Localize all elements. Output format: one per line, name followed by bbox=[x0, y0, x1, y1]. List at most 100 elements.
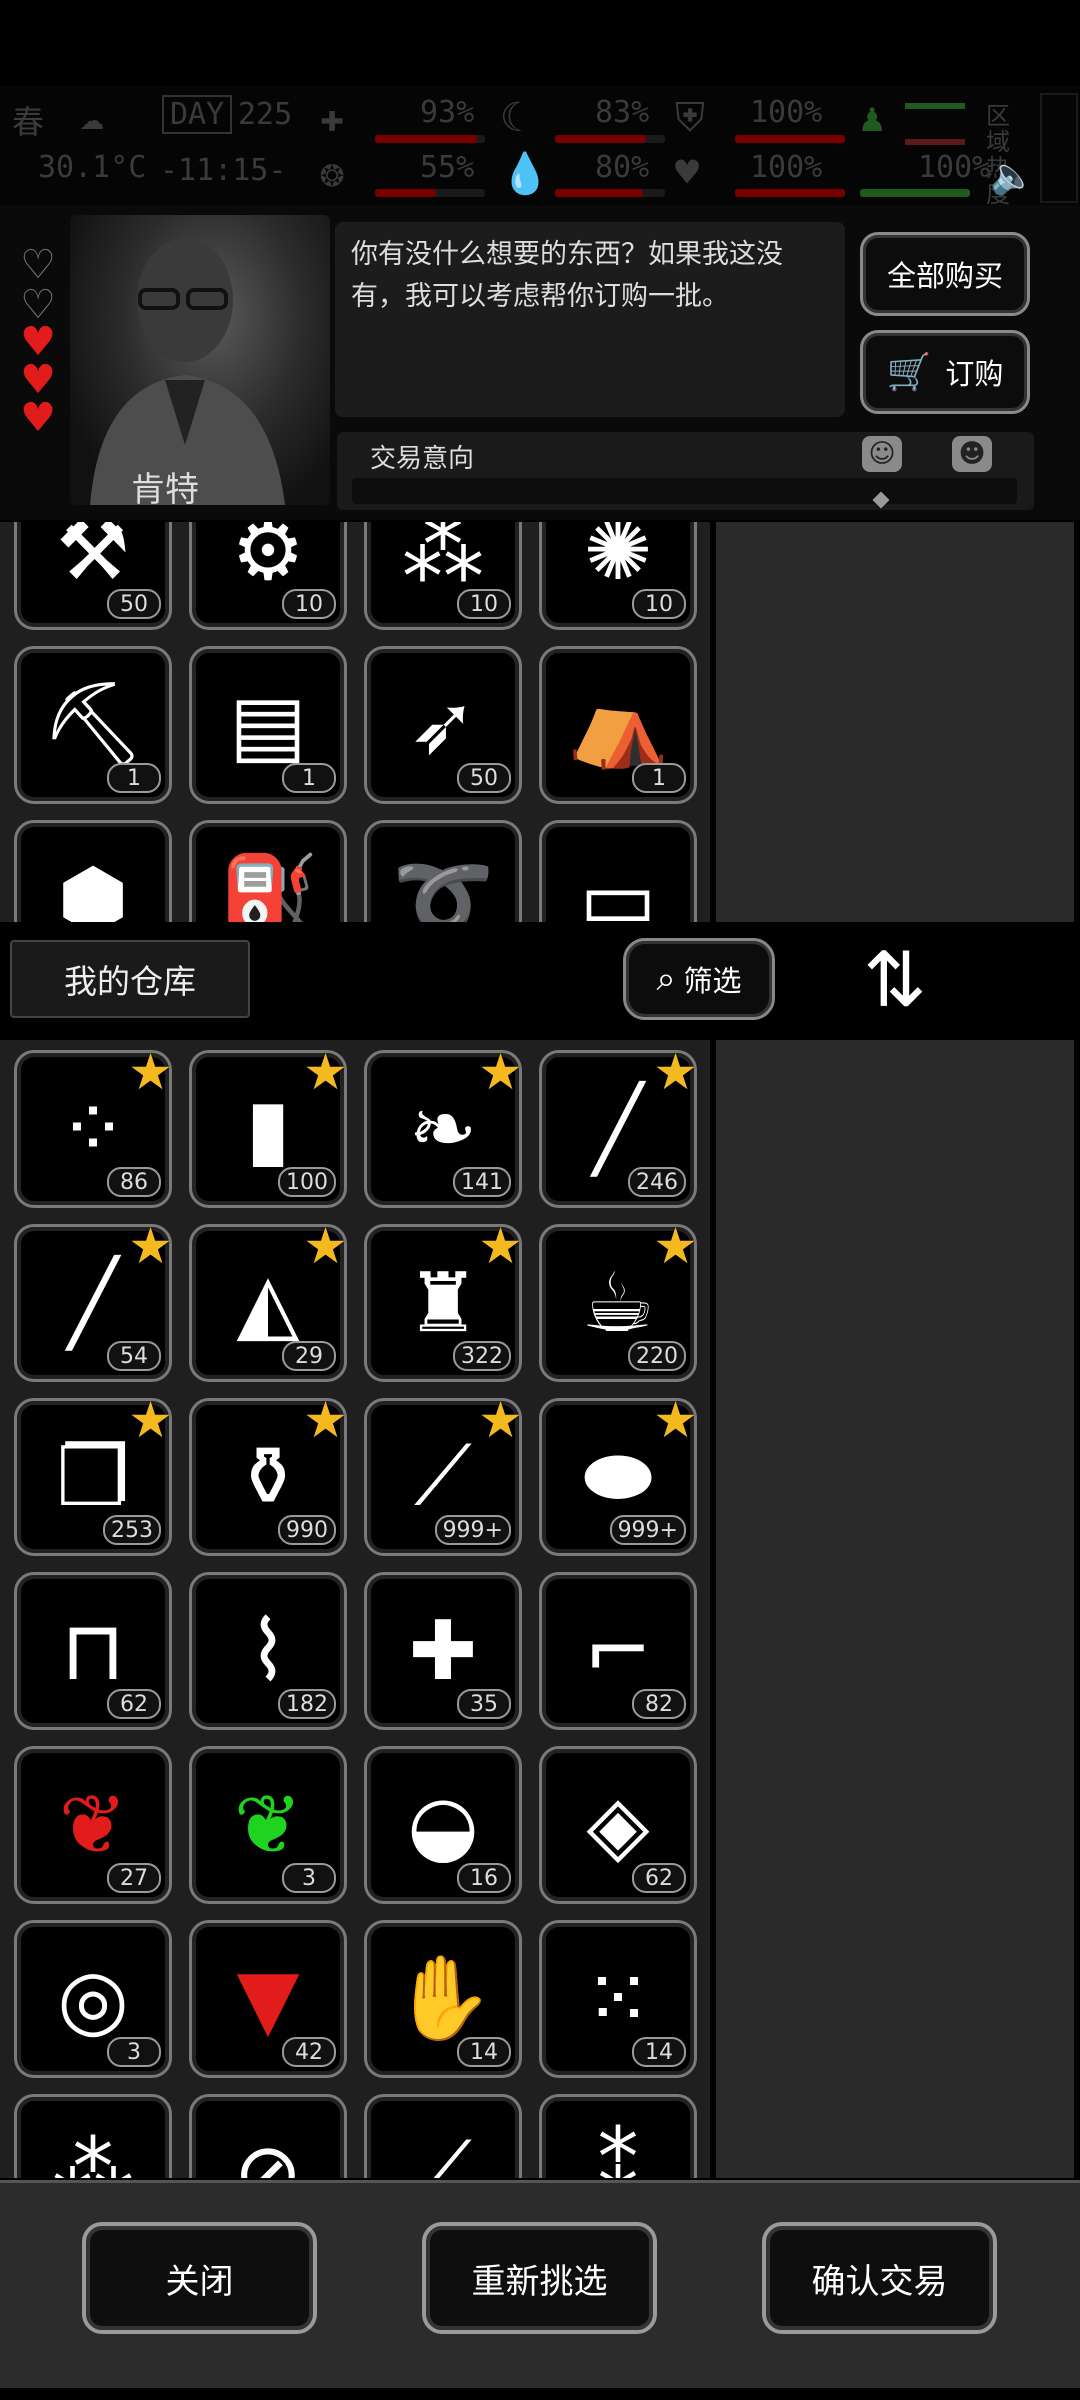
item-slot[interactable]: ⊘ bbox=[189, 2094, 347, 2178]
close-label: 关闭 bbox=[165, 2261, 234, 2302]
item-slot[interactable]: ⁙ 14 bbox=[539, 1920, 697, 2078]
item-slot[interactable]: ╱ 246 ★ bbox=[539, 1047, 698, 1208]
buy-all-label: 全部购买 bbox=[886, 259, 1003, 293]
favorite-star-icon: ★ bbox=[478, 1391, 523, 1449]
affection-heart-icon: ♥ bbox=[20, 319, 56, 365]
item-count: 14 bbox=[457, 2037, 511, 2067]
item-slot[interactable]: ❦ 3 bbox=[189, 1746, 347, 1904]
heart-stat-icon: ♥ bbox=[675, 150, 700, 196]
item-count: 82 bbox=[632, 1689, 686, 1719]
side-slider[interactable] bbox=[1040, 93, 1078, 203]
neutral-face-icon: ☺ bbox=[862, 436, 902, 472]
item-slot[interactable]: ⁘ 86 ★ bbox=[14, 1043, 173, 1208]
search-icon: ⌕ bbox=[656, 959, 676, 999]
item-slot[interactable]: ⁂ 10 bbox=[364, 522, 522, 630]
item-count: 141 bbox=[453, 1167, 511, 1197]
item-slot[interactable]: ⌇ 182 bbox=[189, 1572, 347, 1730]
item-slot[interactable]: ➰ bbox=[364, 820, 522, 922]
reselect-button[interactable]: 重新挑选 bbox=[422, 2222, 657, 2334]
stat-heart-value: 100% bbox=[750, 150, 823, 185]
item-slot[interactable]: ▼ 42 bbox=[189, 1920, 347, 2078]
item-slot[interactable]: ◒ 16 bbox=[364, 1746, 522, 1904]
item-slot[interactable]: ♜ 322 ★ bbox=[364, 1221, 523, 1382]
stat-heart-bar bbox=[735, 189, 845, 197]
warehouse-tab[interactable]: 我的仓库 bbox=[10, 940, 250, 1018]
merchant-inventory[interactable]: ⚒ 50 ⚙ 10 ⁂ 10 ✺ 10 ⛏ 1 ▤ 1 ➶ 50 ⛺ 1 ⬢ ⛽ ➰ ▭ bbox=[0, 522, 710, 922]
item-slot[interactable]: ⚙ 10 bbox=[189, 522, 347, 630]
item-count: 10 bbox=[632, 589, 686, 619]
favorite-star-icon: ★ bbox=[128, 1217, 173, 1275]
item-slot[interactable]: ▤ 1 bbox=[189, 646, 347, 804]
item-slot[interactable]: ⌐ 82 bbox=[539, 1572, 697, 1730]
item-slot[interactable]: ➶ 50 bbox=[364, 646, 522, 804]
stat-water-bar bbox=[555, 189, 665, 197]
day-counter: 225 bbox=[238, 97, 293, 132]
warehouse-title: 我的仓库 bbox=[64, 962, 196, 1001]
order-button[interactable]: 🛒 订购 bbox=[860, 330, 1030, 414]
day-label: DAY bbox=[162, 95, 233, 134]
item-count: 100 bbox=[278, 1167, 336, 1197]
warehouse-inventory[interactable]: ⁘ 86 ★ ▮ 100 ★ ❧ 141 ★ ╱ 246 ★ ╱ 54 ★ ◭ 29 ★ ♜ 322 ★ ☕ 220 ★ ❐ 25… bbox=[0, 1040, 710, 2178]
item-slot[interactable]: ⟋ bbox=[364, 2094, 522, 2178]
item-count: 16 bbox=[457, 1863, 511, 1893]
filter-label: 筛选 bbox=[683, 964, 742, 998]
item-slot[interactable]: ⚱ 990 ★ bbox=[189, 1395, 348, 1556]
item-count: 10 bbox=[282, 589, 336, 619]
affection-heart-icon: ♥ bbox=[20, 395, 56, 441]
clock: -11:15- bbox=[160, 153, 287, 188]
close-button[interactable]: 关闭 bbox=[82, 2222, 317, 2334]
item-count: 253 bbox=[103, 1515, 161, 1545]
item-slot[interactable]: ▮ 100 ★ bbox=[189, 1047, 348, 1208]
filter-button[interactable]: ⌕ 筛选 bbox=[623, 938, 775, 1020]
volume-icon[interactable]: 🔈 bbox=[990, 155, 1035, 197]
item-slot[interactable]: ⁑ bbox=[539, 2094, 697, 2178]
item-slot[interactable]: ╱ 54 ★ bbox=[14, 1217, 173, 1382]
buy-all-button[interactable]: 全部购买 bbox=[860, 232, 1030, 316]
item-slot[interactable]: ☕ 220 ★ bbox=[539, 1217, 698, 1382]
npc-dialog-box: 你有没什么想要的东西？如果我这没有，我可以考虑帮你订购一批。 bbox=[335, 222, 845, 417]
stat-water-value: 80% bbox=[595, 150, 650, 185]
item-count: 3 bbox=[282, 1863, 336, 1893]
item-slot[interactable]: ▭ bbox=[539, 820, 697, 922]
item-count: 1 bbox=[282, 763, 336, 793]
item-slot[interactable]: ⟋ 999+ ★ bbox=[364, 1391, 523, 1556]
affection-heart-icon: ♥ bbox=[20, 357, 56, 403]
item-slot[interactable]: ⁂ bbox=[14, 2094, 172, 2178]
item-count: 86 bbox=[107, 1167, 161, 1197]
swap-icon[interactable]: ⇅ bbox=[855, 935, 935, 1025]
item-slot[interactable]: ✚ 35 bbox=[364, 1572, 522, 1730]
item-slot[interactable]: ◈ 62 bbox=[539, 1746, 697, 1904]
stat-mind-bar bbox=[375, 189, 485, 197]
item-slot[interactable]: ❦ 27 bbox=[14, 1746, 172, 1904]
item-slot[interactable]: ⬢ bbox=[14, 820, 172, 922]
item-slot[interactable]: ✺ 10 bbox=[539, 522, 697, 630]
zone-heat-icon: ♟ bbox=[860, 95, 885, 141]
confirm-trade-label: 确认交易 bbox=[811, 2261, 948, 2302]
item-slot[interactable]: ⛽ bbox=[189, 820, 347, 922]
item-count: 62 bbox=[632, 1863, 686, 1893]
item-count: 29 bbox=[282, 1341, 336, 1371]
favorite-star-icon: ★ bbox=[653, 1217, 698, 1275]
medkit-icon: ✚ bbox=[320, 95, 345, 141]
favorite-star-icon: ★ bbox=[128, 1043, 173, 1101]
item-slot[interactable]: ⛏ 1 bbox=[14, 646, 172, 804]
item-count: 50 bbox=[107, 589, 161, 619]
item-slot[interactable]: ◭ 29 ★ bbox=[189, 1221, 348, 1382]
item-slot[interactable]: ⬬ 999+ ★ bbox=[539, 1395, 698, 1556]
item-slot[interactable]: ❐ 253 ★ bbox=[14, 1395, 173, 1556]
stat-armor-bar bbox=[735, 135, 845, 143]
item-slot[interactable]: ⛺ 1 bbox=[539, 646, 697, 804]
item-count: 3 bbox=[107, 2037, 161, 2067]
affection-heart-icon: ♡ bbox=[20, 242, 56, 288]
item-slot[interactable]: ✋ 14 bbox=[364, 1920, 522, 2078]
item-slot[interactable]: ❧ 141 ★ bbox=[364, 1047, 523, 1208]
confirm-trade-button[interactable]: 确认交易 bbox=[762, 2222, 997, 2334]
stat-health-value: 93% bbox=[420, 95, 475, 130]
item-slot[interactable]: ⊓ 62 bbox=[14, 1572, 172, 1730]
item-count: 220 bbox=[628, 1341, 686, 1371]
order-label: 订购 bbox=[945, 357, 1004, 391]
capsules-icon: ⁑ bbox=[597, 2125, 639, 2179]
item-count: 246 bbox=[628, 1167, 686, 1197]
item-slot[interactable]: ⚒ 50 bbox=[14, 522, 172, 630]
item-slot[interactable]: ◎ 3 bbox=[14, 1920, 172, 2078]
